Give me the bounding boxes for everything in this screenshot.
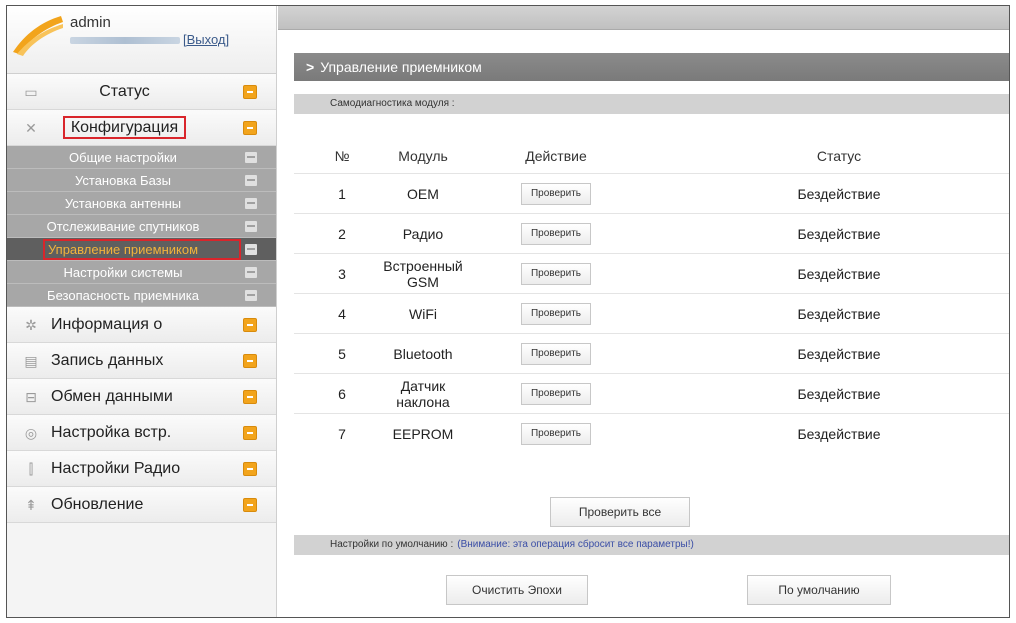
upload-icon: ⇞ xyxy=(25,497,37,513)
warning-text: (Внимание: эта операция сбросит все пара… xyxy=(457,539,694,550)
restore-defaults-button[interactable]: По умолчанию xyxy=(747,575,891,605)
configuration-submenu: Общие настройки Установка Базы Установка… xyxy=(7,146,276,307)
submenu-item-system-settings[interactable]: Настройки системы xyxy=(7,261,276,284)
collapse-icon xyxy=(245,198,257,209)
sidebar-item-label: Статус xyxy=(99,82,150,100)
sidebar-item-status[interactable]: ▭ Статус xyxy=(7,74,276,110)
user-name: admin xyxy=(70,14,111,31)
user-box: admin [Выход] xyxy=(7,6,276,74)
expand-toggle-icon[interactable] xyxy=(243,354,257,368)
status-text: Бездействие xyxy=(797,305,881,322)
expand-toggle-icon[interactable] xyxy=(243,462,257,476)
table-row: 7 EEPROM Проверить Бездействие xyxy=(294,414,1009,454)
section-defaults: Настройки по умолчанию : (Внимание: эта о… xyxy=(294,535,1009,555)
page-title: > Управление приемником xyxy=(294,53,1009,81)
collapse-icon xyxy=(245,244,257,255)
submenu-item-general[interactable]: Общие настройки xyxy=(7,146,276,169)
column-header: Статус xyxy=(816,147,862,164)
sidebar-item-label: Запись данных xyxy=(51,351,164,369)
sidebar-item-data-recording[interactable]: ▤ Запись данных xyxy=(7,343,276,379)
chevron-right-icon: > xyxy=(306,59,315,75)
table-row: 4 WiFi Проверить Бездействие xyxy=(294,294,1009,334)
check-button[interactable]: Проверить xyxy=(521,342,591,365)
sidebar-item-data-exchange[interactable]: ⊟ Обмен данными xyxy=(7,379,276,415)
radio-icon: ⫿ xyxy=(28,461,34,477)
record-icon: ▤ xyxy=(24,353,38,369)
sidebar-item-configuration[interactable]: ✕ Конфигурация xyxy=(7,110,276,146)
check-button[interactable]: Проверить xyxy=(521,423,591,445)
sidebar-item-label: Настройка встр. xyxy=(51,423,172,441)
collapse-icon xyxy=(245,152,257,163)
expand-toggle-icon[interactable] xyxy=(243,318,257,332)
expand-toggle-icon[interactable] xyxy=(243,85,257,99)
brand-swoosh-icon xyxy=(13,16,63,56)
table-header-row: № Модуль Действие Статус xyxy=(294,138,1009,174)
user-serial-redacted xyxy=(70,37,180,44)
sidebar-item-label: Обмен данными xyxy=(51,387,173,405)
table-row: 6 Датчик наклона Проверить Бездействие xyxy=(294,374,1009,414)
status-text: Бездействие xyxy=(797,225,881,242)
section-self-diagnostics: Самодиагностика модуля : xyxy=(294,94,1009,114)
status-text: Бездействие xyxy=(797,265,881,282)
collapse-icon xyxy=(245,175,257,186)
collapse-icon xyxy=(245,290,257,301)
status-text: Бездействие xyxy=(797,185,881,202)
sidebar-item-label: Настройки Радио xyxy=(51,459,181,477)
expand-toggle-icon[interactable] xyxy=(243,498,257,512)
sidebar-item-information[interactable]: ✲ Информация о xyxy=(7,307,276,343)
submenu-item-antenna[interactable]: Установка антенны xyxy=(7,192,276,215)
check-button[interactable]: Проверить xyxy=(521,182,591,205)
sidebar-item-device-settings[interactable]: ◎ Настройка встр. xyxy=(7,415,276,451)
expand-toggle-icon[interactable] xyxy=(243,390,257,404)
sidebar-item-label: Обновление xyxy=(51,495,144,513)
check-button[interactable]: Проверить xyxy=(521,262,591,285)
sidebar-item-label: Информация о xyxy=(51,315,163,333)
collapse-icon xyxy=(245,267,257,278)
expand-toggle-icon[interactable] xyxy=(243,426,257,440)
sidebar-item-radio-settings[interactable]: ⫿ Настройки Радио xyxy=(7,451,276,487)
table-row: 2 Радио Проверить Бездействие xyxy=(294,214,1009,254)
status-text: Бездействие xyxy=(797,426,881,442)
sidebar: admin [Выход] ▭ Статус ✕ Конфигурация Об… xyxy=(7,6,277,617)
logout-link[interactable]: [Выход] xyxy=(183,32,229,47)
app-frame: admin [Выход] ▭ Статус ✕ Конфигурация Об… xyxy=(6,5,1010,618)
top-bar xyxy=(278,6,1009,30)
check-button[interactable]: Проверить xyxy=(521,222,591,245)
check-all-button[interactable]: Проверить все xyxy=(550,497,690,527)
submenu-item-receiver-management[interactable]: Управление приемником xyxy=(7,238,276,261)
submenu-item-satellite-tracking[interactable]: Отслеживание спутников xyxy=(7,215,276,238)
submenu-item-receiver-security[interactable]: Безопасность приемника xyxy=(7,284,276,307)
sidebar-item-label: Конфигурация xyxy=(62,115,187,139)
info-icon: ✲ xyxy=(25,317,37,333)
settings-icon: ◎ xyxy=(24,425,38,441)
check-button[interactable]: Проверить xyxy=(521,302,591,325)
exchange-icon: ⊟ xyxy=(25,389,37,405)
check-button[interactable]: Проверить xyxy=(521,382,591,405)
main-content: > Управление приемником Самодиагностика м… xyxy=(278,30,1009,617)
column-header: Модуль xyxy=(398,147,448,164)
expand-toggle-icon[interactable] xyxy=(243,121,257,135)
status-text: Бездействие xyxy=(797,345,881,362)
table-row: 5 Bluetooth Проверить Бездействие xyxy=(294,334,1009,374)
table-row: 3 Встроенный GSM Проверить Бездействие xyxy=(294,254,1009,294)
sidebar-item-update[interactable]: ⇞ Обновление xyxy=(7,487,276,523)
table-row: 1 OEM Проверить Бездействие xyxy=(294,174,1009,214)
status-text: Бездействие xyxy=(797,385,881,402)
column-header: Действие xyxy=(525,147,587,164)
column-header: № xyxy=(334,147,350,164)
submenu-item-base-setup[interactable]: Установка Базы xyxy=(7,169,276,192)
collapse-icon xyxy=(245,221,257,232)
clear-epochs-button[interactable]: Очистить Эпохи xyxy=(446,575,588,605)
diagnostics-table: № Модуль Действие Статус 1 OEM Проверить… xyxy=(294,138,1009,454)
